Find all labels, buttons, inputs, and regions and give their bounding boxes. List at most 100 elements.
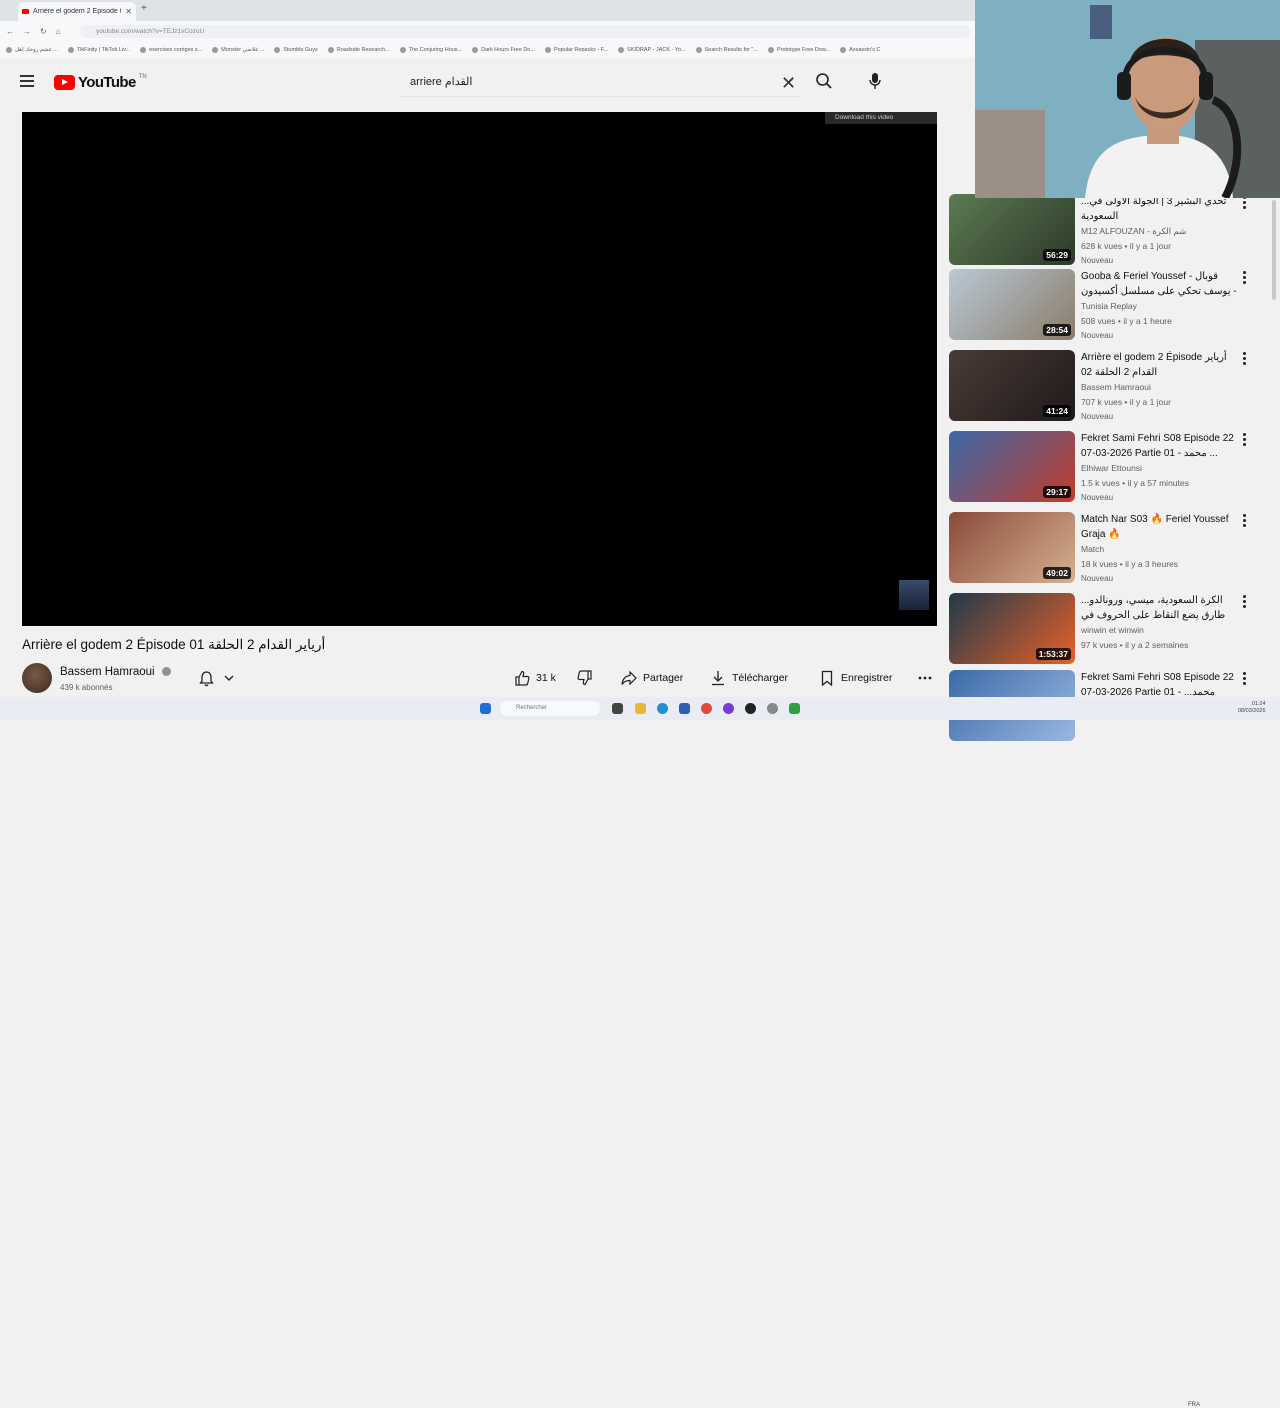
recommended-video-title[interactable]: Fekret Sami Fehri S08 Episode 22 07-03-2… (1081, 431, 1237, 461)
video-thumbnail[interactable]: 1:53:37 (949, 593, 1075, 664)
bookmark-item[interactable]: Monster غلاضي ... (212, 46, 264, 53)
download-button[interactable]: Télécharger (710, 670, 788, 686)
bookmark-favicon-icon (140, 46, 147, 53)
more-actions-button[interactable] (917, 670, 933, 686)
address-toolbar: ← → ↻ ⌂ youtube.com/watch?v=TEJz1vCozuU (0, 21, 975, 41)
back-icon[interactable]: ← (6, 27, 14, 36)
bookmark-favicon-icon (6, 46, 12, 53)
more-vertical-icon[interactable] (1242, 352, 1248, 366)
edge-icon[interactable] (657, 703, 668, 714)
more-vertical-icon[interactable] (1242, 514, 1248, 528)
bookmark-item[interactable]: Prototype Free Dow... (767, 46, 830, 53)
home-icon[interactable]: ⌂ (56, 27, 61, 36)
recommended-video-title[interactable]: Fekret Sami Fehri S08 Episode 22 07-03-2… (1081, 670, 1237, 700)
obs-icon[interactable] (745, 703, 756, 714)
start-icon[interactable] (480, 703, 491, 714)
bookmark-item[interactable]: Popular Repacks - F... (544, 46, 608, 53)
video-thumbnail[interactable]: 41:24 (949, 350, 1075, 421)
recommended-video-title[interactable]: Arrière el godem 2 Épisode أرياير القدام… (1081, 350, 1237, 380)
bookmark-item[interactable]: Stumble Guys (274, 46, 318, 53)
bookmark-item[interactable]: Search Results for "... (695, 46, 758, 53)
page-scrollbar[interactable] (1272, 200, 1276, 300)
recommended-video[interactable]: 41:24 Arrière el godem 2 Épisode أرياير ا… (949, 350, 1259, 421)
recommended-video-title[interactable]: الكرة السعودية، ميسي، ورونالدو... طارق ي… (1081, 593, 1237, 623)
video-thumbnail[interactable]: 56:29 (949, 194, 1075, 265)
video-thumbnail[interactable]: 28:54 (949, 269, 1075, 340)
bookmark-label: Search Results for "... (704, 46, 758, 53)
download-video-button[interactable]: Download this video (825, 112, 937, 124)
channel-avatar[interactable] (22, 663, 52, 693)
clock-date: 08/03/2026 (1238, 708, 1266, 714)
forward-icon[interactable]: → (23, 27, 31, 36)
recommended-video[interactable]: 28:54 Gooba & Feriel Youssef - قوبال يوسف… (949, 269, 1259, 340)
bookmark-item[interactable]: عشم روحك اهل ... (6, 46, 58, 53)
recommended-video[interactable]: 29:17 Fekret Sami Fehri S08 Episode 22 07… (949, 431, 1259, 502)
microphone-icon[interactable] (868, 72, 882, 90)
share-label: Partager (643, 672, 684, 684)
taskbar-search-field[interactable]: Rechercher (500, 701, 600, 716)
task-view-icon[interactable] (612, 703, 623, 714)
chevron-down-icon[interactable] (222, 671, 236, 685)
recommended-video[interactable]: 1:53:37 الكرة السعودية، ميسي، ورونالدو...… (949, 593, 1259, 664)
endscreen-channel-avatar[interactable] (899, 580, 929, 610)
settings-icon[interactable] (767, 703, 778, 714)
recommended-channel-name[interactable]: Bassem Hamraoui (1081, 382, 1151, 392)
search-icon[interactable] (815, 72, 833, 90)
recommended-channel-name[interactable]: Match (1081, 544, 1104, 554)
reload-icon[interactable]: ↻ (40, 27, 47, 36)
recommended-video-title[interactable]: ...تحدي البشير 3 | الجولة الاولى في السع… (1081, 194, 1237, 224)
recommended-channel-name[interactable]: M12 ALFOUZAN - شم الكرة (1081, 226, 1186, 237)
video-player[interactable] (22, 112, 937, 626)
discord-icon[interactable] (723, 703, 734, 714)
dislike-button[interactable] (577, 670, 593, 686)
bookmark-label: SKIDRAP - JACK - Yo... (627, 46, 686, 53)
more-vertical-icon[interactable] (1242, 672, 1248, 686)
video-metadata: 18 k vues • il y a 3 heures (1081, 559, 1178, 569)
search-input[interactable]: arriere القدام (400, 66, 800, 97)
clear-search-icon[interactable]: ✕ (781, 73, 796, 94)
recommended-video-title[interactable]: Gooba & Feriel Youssef - قوبال يوسف تحكي… (1081, 269, 1237, 299)
video-thumbnail[interactable]: 29:17 (949, 431, 1075, 502)
like-button[interactable]: 31 k (514, 670, 556, 686)
save-button[interactable]: Enregistrer (819, 670, 892, 686)
share-button[interactable]: Partager (621, 670, 683, 686)
more-vertical-icon[interactable] (1242, 271, 1248, 285)
recommended-channel-name[interactable]: winwin et winwin (1081, 625, 1144, 635)
bookmark-favicon-icon (399, 46, 406, 53)
bookmark-item[interactable]: exercises corriges s... (140, 46, 203, 53)
new-tab-button[interactable]: + (141, 3, 147, 14)
file-explorer-icon[interactable] (635, 703, 646, 714)
menu-icon[interactable] (20, 75, 34, 87)
bookmark-label: The Conjuring Hous... (408, 46, 463, 53)
language-indicator[interactable]: FRA (1188, 1402, 1200, 1408)
bookmark-item[interactable]: The Conjuring Hous... (399, 46, 463, 53)
bookmark-item[interactable]: Dark Hours Free Do... (472, 46, 535, 53)
bookmark-item[interactable]: TikFinity | TikTok Liv... (67, 46, 130, 53)
bookmark-label: exercises corriges s... (149, 46, 203, 53)
close-tab-icon[interactable]: ✕ (125, 7, 132, 16)
more-vertical-icon[interactable] (1242, 433, 1248, 447)
channel-name[interactable]: Bassem Hamraoui (60, 666, 155, 678)
store-icon[interactable] (679, 703, 690, 714)
url-field[interactable]: youtube.com/watch?v=TEJz1vCozuU (80, 25, 970, 38)
bookmark-item[interactable]: Assassin's C (840, 46, 880, 53)
recommended-video-title[interactable]: Match Nar S03 🔥 Feriel Youssef Graja 🔥 (1081, 512, 1237, 542)
youtube-logo[interactable]: YouTube TN (54, 74, 147, 91)
chrome-icon[interactable] (701, 703, 712, 714)
bookmarks-bar: عشم روحك اهل ... TikFinity | TikTok Liv..… (0, 41, 975, 58)
more-vertical-icon[interactable] (1242, 196, 1248, 210)
recommended-channel-name[interactable]: Elhiwar Ettounsi (1081, 463, 1142, 473)
duration-badge: 49:02 (1043, 567, 1071, 579)
bookmark-item[interactable]: SKIDRAP - JACK - Yo... (618, 46, 686, 53)
taskbar-clock[interactable]: 01:24 08/03/2026 (1238, 701, 1266, 715)
bell-icon[interactable] (199, 671, 214, 687)
recommended-video[interactable]: 56:29 ...تحدي البشير 3 | الجولة الاولى في… (949, 194, 1259, 265)
bookmark-favicon-icon (472, 46, 479, 53)
browser-tab[interactable]: Arrière el godem 2 Épisode 01 ✕ (18, 2, 136, 21)
app-icon[interactable] (789, 703, 800, 714)
video-thumbnail[interactable]: 49:02 (949, 512, 1075, 583)
recommended-video[interactable]: 49:02 Match Nar S03 🔥 Feriel Youssef Graj… (949, 512, 1259, 583)
more-vertical-icon[interactable] (1242, 595, 1248, 609)
recommended-channel-name[interactable]: Tunisia Replay (1081, 301, 1137, 311)
bookmark-item[interactable]: Roadside Research... (327, 46, 390, 53)
